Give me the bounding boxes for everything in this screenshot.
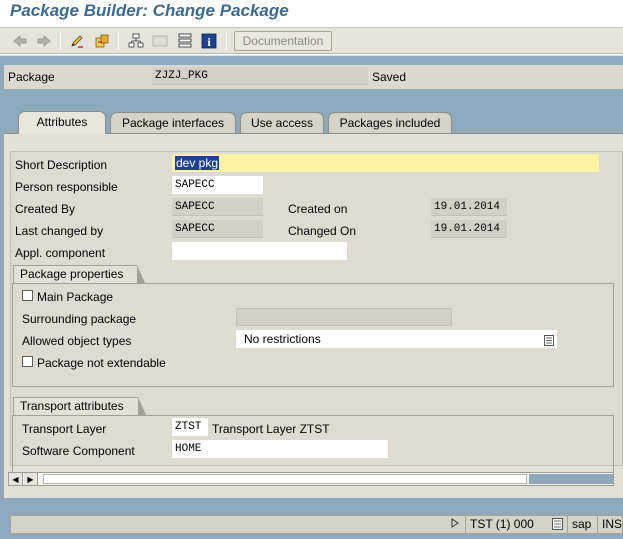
short-description-field[interactable]: dev pkg: [172, 154, 599, 172]
person-responsible-label: Person responsible: [15, 180, 118, 194]
page-title: Package Builder: Change Package: [10, 1, 289, 20]
status-bar: TST (1) 000 sap INS: [0, 510, 623, 539]
allowed-object-types-value: No restrictions: [244, 332, 321, 346]
hierarchy-icon[interactable]: [126, 32, 145, 50]
horizontal-scrollbar[interactable]: ◀ ▶: [8, 472, 614, 486]
tab-use-access[interactable]: Use access: [240, 112, 324, 133]
other-object-icon[interactable]: [92, 32, 111, 50]
scroll-left-icon[interactable]: ◀: [9, 473, 23, 485]
tab-packages-included[interactable]: Packages included: [328, 112, 452, 133]
scroll-right-icon[interactable]: ▶: [24, 473, 38, 485]
created-by-label: Created By: [15, 202, 76, 216]
system-info-value: TST (1) 000: [470, 517, 534, 531]
documentation-button[interactable]: Documentation: [234, 31, 332, 51]
changed-on-field: 19.01.2014: [431, 220, 507, 238]
software-component-label: Software Component: [22, 444, 135, 458]
software-component-field[interactable]: HOME: [172, 440, 388, 458]
short-description-label: Short Description: [15, 158, 108, 172]
package-label: Package: [8, 70, 55, 84]
last-changed-by-label: Last changed by: [15, 224, 104, 238]
transport-attributes-title: Transport attributes: [13, 397, 146, 415]
back-arrow-icon[interactable]: [10, 32, 29, 50]
toolbar-separator: [226, 32, 227, 50]
application-toolbar: i Documentation: [0, 27, 623, 54]
transport-layer-label: Transport Layer: [22, 422, 107, 436]
created-by-field: SAPECC: [172, 198, 263, 216]
display-toggle-icon[interactable]: [150, 32, 169, 50]
tab-attributes[interactable]: Attributes: [18, 111, 106, 134]
person-responsible-field[interactable]: SAPECC: [172, 176, 263, 194]
package-not-extendable-checkbox[interactable]: [22, 356, 33, 367]
package-field: ZJZJ_PKG: [152, 67, 368, 85]
appl-component-label: Appl. component: [15, 246, 106, 260]
system-info: TST (1) 000: [465, 516, 567, 533]
status-bar-inner: TST (1) 000 sap INS: [10, 515, 623, 534]
package-header: Package ZJZJ_PKG Saved: [4, 65, 623, 89]
main-package-label: Main Package: [37, 290, 114, 304]
forward-arrow-icon[interactable]: [34, 32, 53, 50]
changed-on-label: Changed On: [288, 224, 357, 238]
toolbar-separator: [60, 32, 61, 50]
allowed-object-types-label: Allowed object types: [22, 334, 132, 348]
package-properties-title: Package properties: [13, 265, 146, 283]
info-icon[interactable]: i: [199, 32, 218, 50]
transport-layer-field[interactable]: ZTST: [172, 418, 208, 436]
status-expand-icon[interactable]: [445, 516, 465, 533]
scroll-thumb[interactable]: [43, 474, 527, 484]
toolbar-separator: [118, 32, 119, 50]
allowed-object-types-dropdown[interactable]: No restrictions: [236, 330, 557, 348]
edit-pencil-icon[interactable]: [67, 32, 86, 50]
scroll-track: [529, 474, 613, 484]
system-info-list-icon[interactable]: [552, 518, 563, 535]
created-on-label: Created on: [288, 202, 348, 216]
server-name: sap: [567, 516, 597, 533]
last-changed-by-field: SAPECC: [172, 220, 263, 238]
dropdown-list-icon[interactable]: [544, 333, 554, 348]
surrounding-package-field: [236, 308, 452, 326]
package-not-extendable-label: Package not extendable: [37, 356, 166, 370]
appl-component-field[interactable]: [172, 242, 347, 260]
created-on-field: 19.01.2014: [431, 198, 507, 216]
package-status: Saved: [372, 70, 407, 84]
main-package-checkbox[interactable]: [22, 290, 33, 301]
tab-package-interfaces[interactable]: Package interfaces: [110, 112, 236, 133]
where-used-list-icon[interactable]: [175, 32, 194, 50]
surrounding-package-label: Surrounding package: [22, 312, 137, 326]
transport-layer-description: Transport Layer ZTST: [212, 422, 330, 436]
input-mode[interactable]: INS: [597, 516, 623, 533]
short-description-value: dev pkg: [175, 156, 220, 170]
